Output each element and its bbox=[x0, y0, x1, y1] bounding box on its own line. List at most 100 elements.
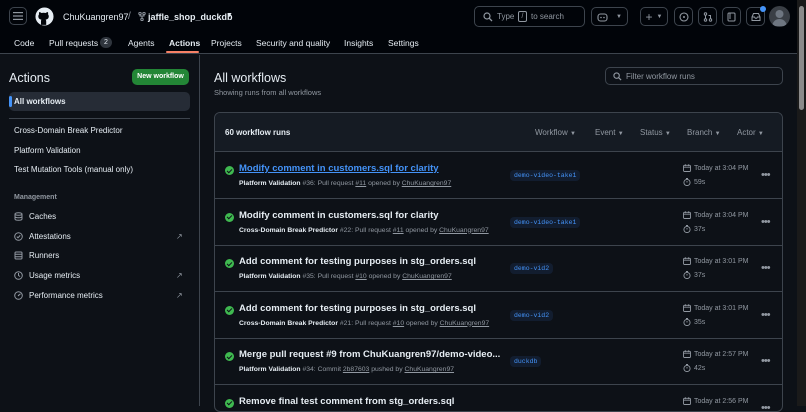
sidebar-item-all-workflows[interactable]: All workflows bbox=[9, 92, 190, 111]
run-actor-link[interactable]: ChuKuangren97 bbox=[405, 366, 455, 373]
tab-insights[interactable]: Insights bbox=[344, 38, 373, 48]
sidebar-item-cross-domain-break-predictor[interactable]: Cross-Domain Break Predictor bbox=[14, 126, 122, 135]
main-content: All workflows Showing runs from all work… bbox=[200, 55, 796, 406]
inbox-button[interactable] bbox=[746, 7, 765, 26]
run-actor-link[interactable]: ChuKuangren97 bbox=[402, 180, 452, 187]
kebab-menu-icon[interactable]: ••• bbox=[761, 355, 770, 367]
workflow-run-row[interactable]: Modify comment in customers.sql for clar… bbox=[215, 200, 782, 246]
branch-badge[interactable]: demo-video-take1 bbox=[510, 217, 580, 228]
run-detail-mid: pushed by bbox=[369, 366, 404, 373]
workflow-run-row[interactable]: Merge pull request #9 from ChuKuangren97… bbox=[215, 339, 782, 385]
avatar[interactable] bbox=[769, 6, 790, 27]
status-filter-label: Status bbox=[640, 128, 663, 137]
branch-badge[interactable]: demo-vid2 bbox=[510, 263, 553, 274]
run-title[interactable]: Add comment for testing purposes in stg_… bbox=[239, 303, 476, 314]
run-ref-link[interactable]: #11 bbox=[393, 227, 404, 234]
branch-badge[interactable]: duckdb bbox=[510, 356, 541, 367]
filter-workflow-runs-input[interactable]: Filter workflow runs bbox=[605, 67, 783, 85]
branch-badge[interactable]: demo-video-take1 bbox=[510, 170, 580, 181]
page-scrollbar-thumb[interactable] bbox=[799, 6, 804, 110]
branch-filter[interactable]: Branch ▼ bbox=[687, 128, 721, 137]
branch-badge[interactable]: demo-vid2 bbox=[510, 310, 553, 321]
run-duration-label: 37s bbox=[694, 272, 705, 279]
search-shortcut-key: / bbox=[518, 11, 527, 22]
workflow-run-row[interactable]: Modify comment in customers.sql for clar… bbox=[215, 153, 782, 199]
kebab-menu-icon[interactable]: ••• bbox=[761, 216, 770, 228]
tab-code[interactable]: Code bbox=[14, 38, 34, 48]
run-duration: 59s bbox=[683, 178, 705, 186]
sidebar-item-runners[interactable]: Runners bbox=[14, 251, 59, 260]
tab-projects[interactable]: Projects bbox=[211, 38, 242, 48]
event-filter-label: Event bbox=[595, 128, 615, 137]
tab-security-and-quality[interactable]: Security and quality bbox=[256, 38, 330, 48]
repo-dropdown-icon[interactable]: ▼ bbox=[226, 12, 233, 19]
kebab-menu-icon[interactable]: ••• bbox=[761, 309, 770, 321]
run-title[interactable]: Merge pull request #9 from ChuKuangren97… bbox=[239, 349, 500, 360]
copilot-button[interactable]: ▼ bbox=[591, 7, 628, 26]
sidebar-item-performance-metrics[interactable]: Performance metrics bbox=[14, 291, 103, 300]
run-workflow-name: Cross-Domain Break Predictor bbox=[239, 320, 338, 327]
kebab-menu-icon[interactable]: ••• bbox=[761, 169, 770, 181]
repositories-button[interactable] bbox=[722, 7, 741, 26]
tab-actions[interactable]: Actions bbox=[169, 38, 200, 48]
calendar-icon bbox=[683, 350, 691, 358]
hamburger-icon bbox=[13, 12, 23, 20]
new-workflow-button[interactable]: New workflow bbox=[132, 69, 189, 85]
stopwatch-icon bbox=[683, 318, 691, 326]
run-details: Platform Validation #36: Pull request #1… bbox=[239, 180, 451, 187]
pull-requests-button[interactable] bbox=[698, 7, 717, 26]
repo-icon bbox=[727, 12, 736, 22]
run-title[interactable]: Modify comment in customers.sql for clar… bbox=[239, 163, 439, 174]
tab-agents[interactable]: Agents bbox=[128, 38, 154, 48]
workflow-filter-caret-icon: ▼ bbox=[570, 131, 576, 137]
calendar-icon bbox=[683, 397, 691, 405]
github-logo-icon[interactable] bbox=[35, 7, 54, 26]
create-new-button[interactable]: + ▼ bbox=[640, 7, 668, 26]
event-filter[interactable]: Event ▼ bbox=[595, 128, 624, 137]
kebab-menu-icon[interactable]: ••• bbox=[761, 402, 770, 412]
run-actor-link[interactable]: ChuKuangren97 bbox=[440, 320, 490, 327]
tab-pull-requests[interactable]: Pull requests bbox=[49, 38, 98, 48]
run-duration: 37s bbox=[683, 225, 705, 233]
run-details: Platform Validation #35: Pull request #1… bbox=[239, 273, 452, 280]
sidebar-item-usage-metrics[interactable]: Usage metrics bbox=[14, 271, 80, 280]
run-title[interactable]: Add comment for testing purposes in stg_… bbox=[239, 256, 476, 267]
run-time-label: Today at 3:04 PM bbox=[694, 211, 748, 218]
runs-count: 60 workflow runs bbox=[225, 128, 290, 137]
workflow-filter-label: Workflow bbox=[535, 128, 568, 137]
sidebar-item-test-mutation-tools[interactable]: Test Mutation Tools (manual only) bbox=[14, 165, 133, 174]
sidebar-item-caches[interactable]: Caches bbox=[14, 212, 56, 221]
workflow-run-row[interactable]: Add comment for testing purposes in stg_… bbox=[215, 293, 782, 339]
new-workflow-label: New workflow bbox=[137, 73, 184, 80]
copilot-icon bbox=[597, 12, 608, 22]
filter-placeholder: Filter workflow runs bbox=[626, 72, 695, 81]
attestations-label: Attestations bbox=[29, 232, 71, 241]
workflow-run-row[interactable]: Add comment for testing purposes in stg_… bbox=[215, 246, 782, 292]
run-ref-link[interactable]: #10 bbox=[355, 273, 366, 280]
performance-metrics-label: Performance metrics bbox=[29, 291, 103, 300]
workflow-filter[interactable]: Workflow ▼ bbox=[535, 128, 576, 137]
run-title[interactable]: Modify comment in customers.sql for clar… bbox=[239, 210, 439, 221]
run-actor-link[interactable]: ChuKuangren97 bbox=[402, 273, 452, 280]
sidebar-item-platform-validation[interactable]: Platform Validation bbox=[14, 146, 81, 155]
run-duration-label: 37s bbox=[694, 225, 705, 232]
sidebar-item-attestations[interactable]: Attestations bbox=[14, 232, 71, 241]
search-box[interactable]: Type / to search bbox=[474, 6, 585, 27]
menu-button[interactable] bbox=[9, 7, 27, 25]
run-title[interactable]: Remove final test comment from stg_order… bbox=[239, 396, 454, 407]
status-filter[interactable]: Status ▼ bbox=[640, 128, 671, 137]
run-ref-link[interactable]: #10 bbox=[393, 320, 404, 327]
calendar-icon bbox=[683, 211, 691, 219]
workflow-runs-header: 60 workflow runs Workflow ▼ Event ▼ Stat… bbox=[215, 113, 782, 152]
tab-settings[interactable]: Settings bbox=[388, 38, 419, 48]
workflow-run-row[interactable]: Remove final test comment from stg_order… bbox=[215, 386, 782, 412]
run-ref-link[interactable]: 2b87603 bbox=[343, 366, 369, 373]
actor-filter[interactable]: Actor ▼ bbox=[737, 128, 764, 137]
issues-button[interactable] bbox=[674, 7, 693, 26]
kebab-menu-icon[interactable]: ••• bbox=[761, 262, 770, 274]
run-actor-link[interactable]: ChuKuangren97 bbox=[439, 227, 489, 234]
run-ref-link[interactable]: #11 bbox=[355, 180, 366, 187]
repo-link[interactable]: jaffle_shop_duckdb bbox=[148, 12, 233, 22]
owner-link[interactable]: ChuKuangren97 bbox=[63, 12, 129, 22]
run-detail-prefix: #34: Commit bbox=[302, 366, 342, 373]
